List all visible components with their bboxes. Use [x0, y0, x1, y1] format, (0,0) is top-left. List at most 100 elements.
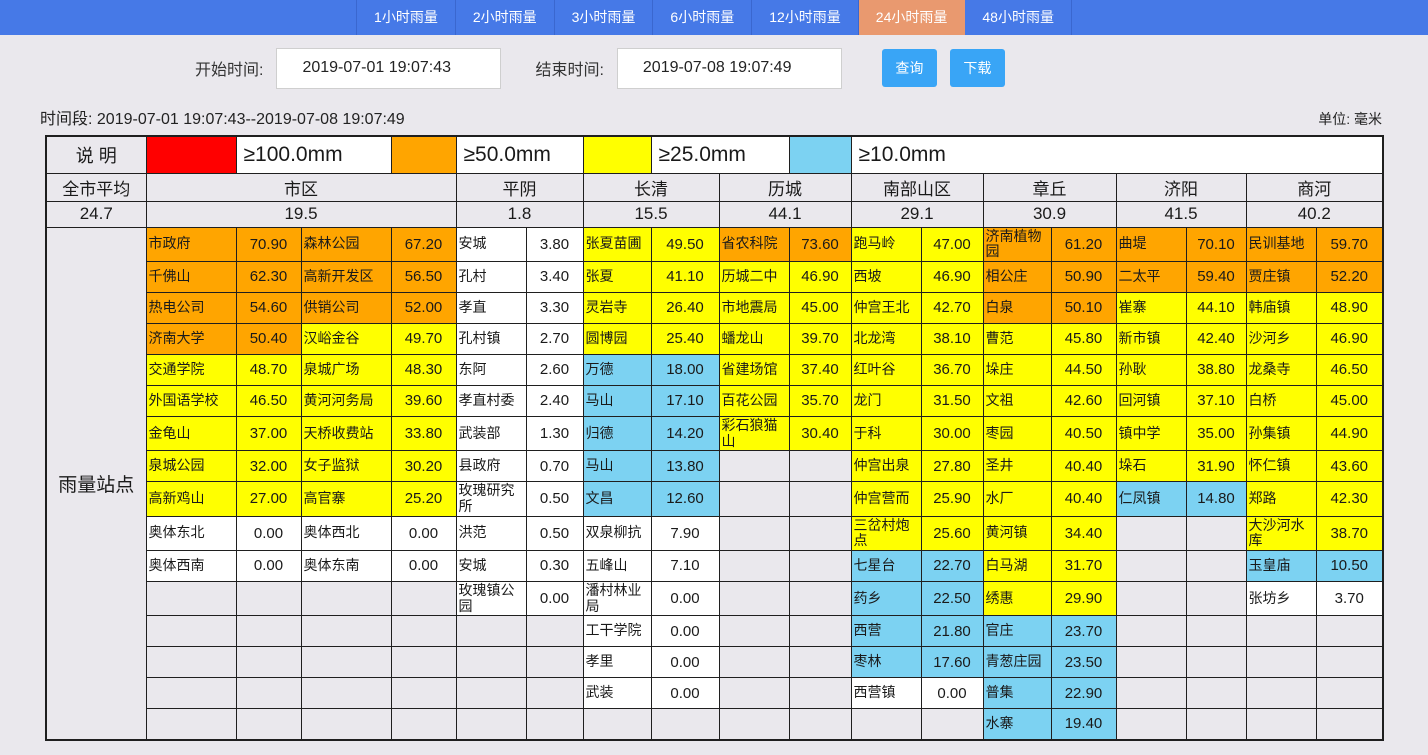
station-name: 高新鸡山 — [146, 482, 236, 516]
period-label: 时间段: — [40, 111, 92, 128]
tab-rainfall-6[interactable]: 24小时雨量 — [859, 0, 966, 35]
station-value: 26.40 — [651, 292, 719, 323]
station-name: 镇中学 — [1116, 416, 1186, 450]
station-value: 46.90 — [1316, 323, 1383, 354]
end-time-input[interactable] — [617, 48, 842, 89]
tab-rainfall-4[interactable]: 6小时雨量 — [653, 0, 752, 35]
station-value: 27.00 — [236, 482, 301, 516]
empty-cell — [719, 581, 789, 615]
district-average: 15.5 — [583, 201, 719, 227]
station-value: 45.00 — [1316, 385, 1383, 416]
district-header: 市区 — [146, 173, 456, 201]
station-name: 曹范 — [983, 323, 1051, 354]
empty-cell — [1316, 709, 1383, 740]
tab-rainfall-3[interactable]: 3小时雨量 — [555, 0, 654, 35]
station-value: 45.00 — [789, 292, 851, 323]
station-name: 大沙河水库 — [1246, 516, 1316, 550]
station-name: 官庄 — [983, 616, 1051, 647]
station-name: 相公庄 — [983, 261, 1051, 292]
station-value: 25.60 — [921, 516, 983, 550]
legend-threshold-text: ≥50.0mm — [456, 136, 583, 173]
table-row: 水寨19.40 — [46, 709, 1383, 740]
empty-cell — [789, 678, 851, 709]
empty-cell — [719, 516, 789, 550]
station-value: 23.70 — [1051, 616, 1116, 647]
station-value: 3.70 — [1316, 581, 1383, 615]
station-value: 40.40 — [1051, 482, 1116, 516]
table-row: 雨量站点市政府70.90森林公园67.20安城3.80张夏苗圃49.50省农科院… — [46, 227, 1383, 261]
station-name: 彩石狼猫山 — [719, 416, 789, 450]
station-name: 青葱庄园 — [983, 647, 1051, 678]
download-button[interactable]: 下载 — [950, 49, 1005, 87]
tab-rainfall-7[interactable]: 48小时雨量 — [965, 0, 1072, 35]
station-value: 37.40 — [789, 354, 851, 385]
table-row: 高新鸡山27.00高官寨25.20玫瑰研究所0.50文昌12.60仲宫营而25.… — [46, 482, 1383, 516]
station-value: 0.50 — [526, 516, 583, 550]
empty-cell — [789, 550, 851, 581]
start-time-input[interactable] — [276, 48, 501, 89]
station-name: 西营镇 — [851, 678, 921, 709]
district-header-row: 全市平均市区平阴长清历城南部山区章丘济阳商河 — [46, 173, 1383, 201]
station-name: 济南植物园 — [983, 227, 1051, 261]
station-value: 45.80 — [1051, 323, 1116, 354]
empty-cell — [789, 451, 851, 482]
tab-rainfall-5[interactable]: 12小时雨量 — [752, 0, 859, 35]
station-name: 沙河乡 — [1246, 323, 1316, 354]
station-name: 张夏 — [583, 261, 651, 292]
empty-cell — [1116, 581, 1186, 615]
station-name: 龙门 — [851, 385, 921, 416]
end-time-label: 结束时间: — [535, 56, 603, 80]
empty-cell — [526, 616, 583, 647]
station-name: 二太平 — [1116, 261, 1186, 292]
station-value: 0.00 — [651, 678, 719, 709]
empty-cell — [851, 709, 921, 740]
station-value: 70.90 — [236, 227, 301, 261]
empty-cell — [789, 616, 851, 647]
station-name: 奥体西南 — [146, 550, 236, 581]
station-name: 安城 — [456, 227, 526, 261]
station-value: 13.80 — [651, 451, 719, 482]
empty-cell — [1186, 647, 1246, 678]
station-name: 女子监狱 — [301, 451, 391, 482]
station-value: 3.40 — [526, 261, 583, 292]
station-value: 0.00 — [526, 581, 583, 615]
station-name: 枣林 — [851, 647, 921, 678]
station-value: 17.60 — [921, 647, 983, 678]
district-average: 30.9 — [983, 201, 1116, 227]
tab-rainfall-2[interactable]: 2小时雨量 — [456, 0, 555, 35]
station-value: 2.60 — [526, 354, 583, 385]
station-name: 药乡 — [851, 581, 921, 615]
empty-cell — [1186, 616, 1246, 647]
station-value: 0.70 — [526, 451, 583, 482]
station-value: 32.00 — [236, 451, 301, 482]
station-name: 森林公园 — [301, 227, 391, 261]
query-button[interactable]: 查询 — [882, 49, 937, 87]
station-name: 高官寨 — [301, 482, 391, 516]
station-value: 38.10 — [921, 323, 983, 354]
station-value: 31.90 — [1186, 451, 1246, 482]
empty-cell — [456, 678, 526, 709]
station-name: 玫瑰镇公园 — [456, 581, 526, 615]
station-name: 枣园 — [983, 416, 1051, 450]
station-value: 18.00 — [651, 354, 719, 385]
empty-cell — [1116, 616, 1186, 647]
station-name: 三岔村炮点 — [851, 516, 921, 550]
station-name: 安城 — [456, 550, 526, 581]
station-value: 52.20 — [1316, 261, 1383, 292]
station-value: 61.20 — [1051, 227, 1116, 261]
empty-cell — [456, 709, 526, 740]
station-name: 奥体东南 — [301, 550, 391, 581]
station-value: 50.10 — [1051, 292, 1116, 323]
table-row: 奥体东北0.00奥体西北0.00洪范0.50双泉柳抗7.90三岔村炮点25.60… — [46, 516, 1383, 550]
tab-rainfall-1[interactable]: 1小时雨量 — [356, 0, 456, 35]
station-value: 0.50 — [526, 482, 583, 516]
station-name: 孙集镇 — [1246, 416, 1316, 450]
station-value: 38.80 — [1186, 354, 1246, 385]
empty-cell — [719, 550, 789, 581]
empty-cell — [1116, 516, 1186, 550]
station-name: 孝里 — [583, 647, 651, 678]
station-value: 46.90 — [921, 261, 983, 292]
station-value: 0.00 — [236, 550, 301, 581]
station-value: 52.00 — [391, 292, 456, 323]
station-value: 0.00 — [391, 516, 456, 550]
